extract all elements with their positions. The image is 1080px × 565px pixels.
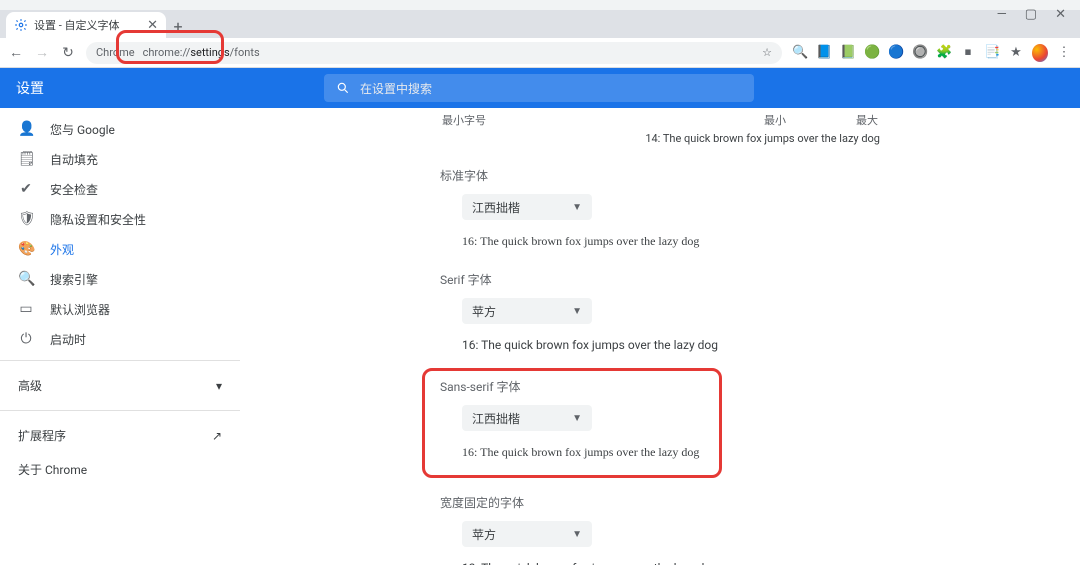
check-shield-icon: ✔: [18, 181, 34, 197]
settings-search[interactable]: 在设置中搜索: [324, 74, 754, 102]
chevron-down-icon: ▾: [216, 379, 222, 393]
kebab-menu-icon[interactable]: ⋮: [1056, 45, 1072, 60]
sidebar-item-label: 外观: [50, 241, 74, 258]
ext-icon[interactable]: ★: [1008, 45, 1024, 60]
settings-content: 最小字号 最小 最大 14: The quick brown fox jumps…: [240, 108, 1080, 565]
window-close[interactable]: ✕: [1055, 7, 1066, 22]
sidebar-item-label: 自动填充: [50, 151, 98, 168]
browser-icon: ▭: [18, 301, 34, 317]
url-path: /fonts: [230, 46, 260, 59]
slider-max-label: 最大: [856, 112, 878, 128]
ext-icon[interactable]: 📘: [816, 45, 832, 60]
ext-icon[interactable]: 📑: [984, 45, 1000, 60]
sidebar-separator: [0, 360, 240, 361]
ext-icon[interactable]: 📗: [840, 45, 856, 60]
sidebar-item-search-engine[interactable]: 🔍 搜索引擎: [0, 264, 240, 294]
select-value: 苹方: [472, 526, 496, 543]
back-button[interactable]: ←: [8, 44, 24, 61]
sidebar-item-privacy[interactable]: 🛡 隐私设置和安全性: [0, 204, 240, 234]
new-tab-button[interactable]: +: [166, 14, 190, 38]
chevron-down-icon: ▼: [572, 202, 582, 213]
sans-serif-font-select[interactable]: 江西拙楷 ▼: [462, 405, 592, 431]
url-host: settings: [190, 46, 229, 59]
settings-header: 设置 在设置中搜索: [0, 68, 1080, 108]
sidebar-item-label: 默认浏览器: [50, 301, 110, 318]
standard-font-select[interactable]: 江西拙楷 ▼: [462, 194, 592, 220]
serif-font-label: Serif 字体: [440, 271, 880, 288]
sidebar-item-label: 搜索引擎: [50, 271, 98, 288]
min-font-size-label: 最小字号: [442, 112, 486, 128]
page-title: 设置: [16, 78, 44, 98]
ext-icon[interactable]: 🟢: [864, 45, 880, 60]
settings-sidebar: 👤 您与 Google 🗒 自动填充 ✔ 安全检查 🛡 隐私设置和安全性 🎨 外…: [0, 108, 240, 565]
sidebar-item-label: 隐私设置和安全性: [50, 211, 146, 228]
mono-font-select[interactable]: 苹方 ▼: [462, 521, 592, 547]
select-value: 江西拙楷: [472, 199, 520, 216]
ext-icon[interactable]: 🔘: [912, 45, 928, 60]
url-scheme: chrome://: [143, 46, 191, 59]
search-placeholder: 在设置中搜索: [360, 80, 432, 97]
ext-icon[interactable]: 🧩: [936, 45, 952, 60]
tab-strip: 设置 - 自定义字体 ✕ +: [0, 10, 1080, 38]
mono-font-preview: 13: The quick brown fox jumps over the l…: [462, 561, 880, 565]
sidebar-item-label: 安全检查: [50, 181, 98, 198]
secure-origin: Chrome: [96, 46, 135, 59]
sidebar-item-you-and-google[interactable]: 👤 您与 Google: [0, 114, 240, 144]
person-icon: 👤: [18, 121, 34, 137]
sidebar-item-on-startup[interactable]: ⏻ 启动时: [0, 324, 240, 354]
close-icon[interactable]: ✕: [147, 18, 158, 33]
sidebar-item-label: 扩展程序: [18, 427, 66, 444]
chevron-down-icon: ▼: [572, 529, 582, 540]
ext-icon[interactable]: 🔵: [888, 45, 904, 60]
power-icon: ⏻: [18, 331, 34, 347]
sidebar-item-autofill[interactable]: 🗒 自动填充: [0, 144, 240, 174]
reload-button[interactable]: ↻: [60, 45, 76, 61]
tab-title: 设置 - 自定义字体: [34, 17, 120, 33]
profile-avatar[interactable]: [1032, 44, 1048, 62]
address-bar[interactable]: Chrome chrome://settings/fonts ☆: [86, 42, 782, 64]
select-value: 江西拙楷: [472, 410, 520, 427]
select-value: 苹方: [472, 303, 496, 320]
ext-icon[interactable]: 🔍: [792, 45, 808, 60]
window-maximize[interactable]: ▢: [1025, 7, 1037, 22]
sidebar-item-label: 高级: [18, 377, 42, 394]
palette-icon: 🎨: [18, 241, 34, 257]
sidebar-item-label: 您与 Google: [50, 121, 115, 138]
mono-font-label: 宽度固定的字体: [440, 494, 880, 511]
settings-app: 设置 在设置中搜索 👤 您与 Google 🗒 自动填充 ✔ 安全检查 🛡: [0, 68, 1080, 565]
search-icon: 🔍: [18, 271, 34, 287]
sidebar-advanced[interactable]: 高级 ▾: [0, 367, 240, 404]
sans-serif-font-preview: 16: The quick brown fox jumps over the l…: [462, 445, 880, 460]
sidebar-item-default-browser[interactable]: ▭ 默认浏览器: [0, 294, 240, 324]
external-link-icon: ↗: [212, 429, 222, 443]
sidebar-item-label: 启动时: [50, 331, 86, 348]
serif-font-select[interactable]: 苹方 ▼: [462, 298, 592, 324]
search-icon: [336, 81, 350, 95]
sidebar-separator: [0, 410, 240, 411]
sans-serif-font-label: Sans-serif 字体: [440, 378, 880, 395]
sidebar-item-appearance[interactable]: 🎨 外观: [0, 234, 240, 264]
sidebar-item-extensions[interactable]: 扩展程序 ↗: [0, 417, 240, 454]
browser-toolbar: ← → ↻ Chrome chrome://settings/fonts ☆ 🔍…: [0, 38, 1080, 68]
extensions-row: 🔍 📘 📗 🟢 🔵 🔘 🧩 ⏹ 📑 ★ ⋮: [792, 44, 1072, 62]
chevron-down-icon: ▼: [572, 306, 582, 317]
browser-tab[interactable]: 设置 - 自定义字体 ✕: [6, 12, 166, 38]
sidebar-item-about[interactable]: 关于 Chrome: [0, 454, 240, 484]
serif-font-preview: 16: The quick brown fox jumps over the l…: [462, 338, 880, 352]
window-minimize[interactable]: —: [997, 7, 1007, 22]
standard-font-preview: 16: The quick brown fox jumps over the l…: [462, 234, 880, 249]
ext-icon[interactable]: ⏹: [960, 45, 976, 60]
min-font-preview: 14: The quick brown fox jumps over the l…: [440, 132, 880, 145]
window-titlebar: — ▢ ✕: [0, 0, 1080, 10]
gear-icon: [14, 18, 28, 32]
slider-min-label: 最小: [764, 112, 786, 128]
chevron-down-icon: ▼: [572, 413, 582, 424]
star-icon[interactable]: ☆: [762, 46, 772, 59]
sidebar-item-label: 关于 Chrome: [18, 461, 87, 478]
standard-font-label: 标准字体: [440, 167, 880, 184]
clipboard-icon: 🗒: [18, 151, 34, 167]
sidebar-item-safety-check[interactable]: ✔ 安全检查: [0, 174, 240, 204]
shield-icon: 🛡: [18, 211, 34, 227]
forward-button: →: [34, 44, 50, 61]
